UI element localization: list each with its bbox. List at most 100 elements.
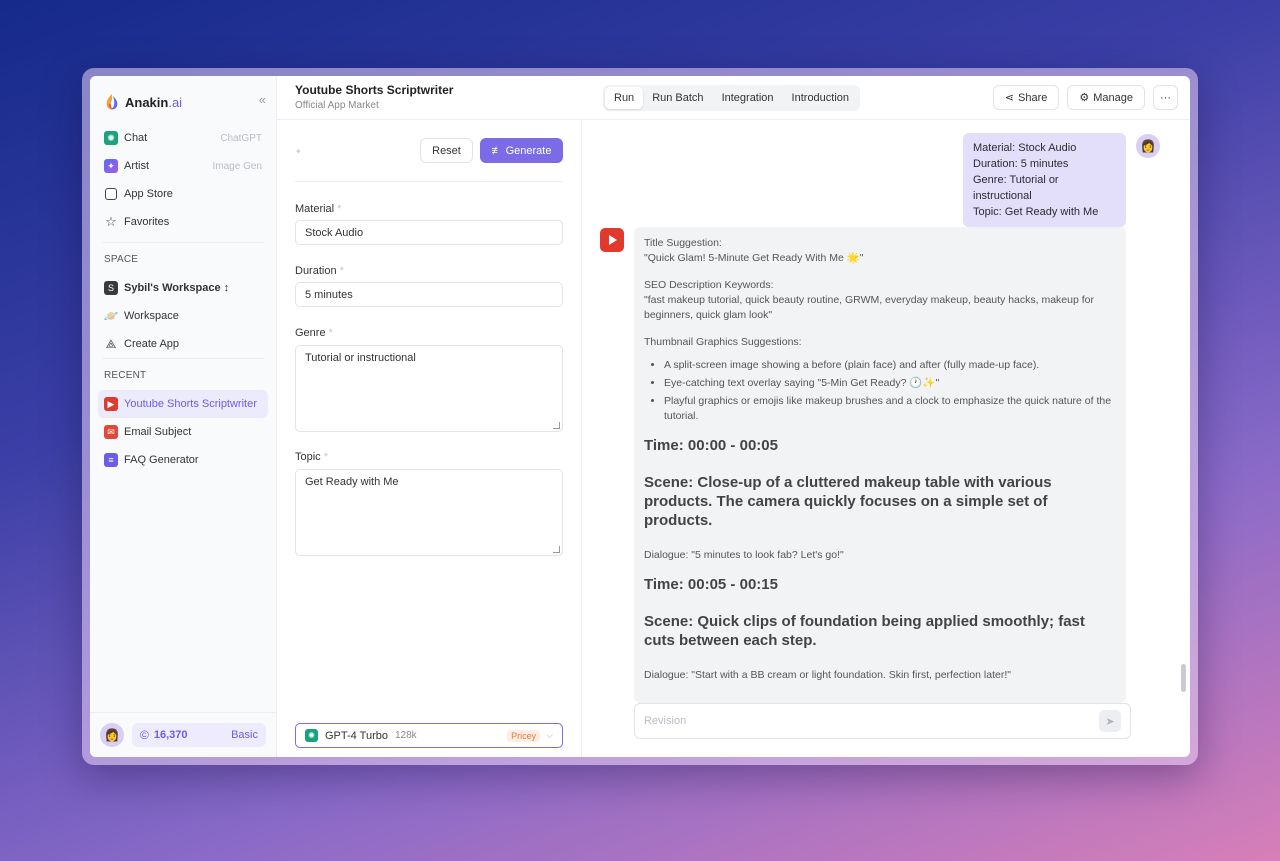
tab-run-batch[interactable]: Run Batch xyxy=(643,87,712,109)
share-button[interactable]: ⋖ Share xyxy=(992,85,1060,110)
artist-icon: ✦ xyxy=(104,159,118,173)
star-icon: ☆ xyxy=(105,214,117,229)
sidebar-item-hint: ChatGPT xyxy=(220,132,262,144)
planet-icon: 🪐 xyxy=(103,309,119,323)
scene-heading: Scene: Quick clips of foundation being a… xyxy=(644,613,1085,649)
email-icon: ✉ xyxy=(104,425,118,439)
credits-badge[interactable]: © 16,370 Basic xyxy=(132,723,266,747)
brand-logo[interactable]: Anakin.ai « xyxy=(104,92,266,112)
magic-wand-icon: ≢ xyxy=(491,144,506,157)
flame-logo-icon xyxy=(106,94,118,110)
main-nav: ✺ Chat ChatGPT ✦ Artist Image Gen App St… xyxy=(98,124,268,236)
scene-heading: Scene: Close-up of a cluttered makeup ta… xyxy=(644,474,1052,529)
topic-textarea[interactable]: Get Ready with Me xyxy=(295,469,563,556)
send-icon: ➤ xyxy=(1105,715,1115,728)
sidebar-item-label: Email Subject xyxy=(124,426,192,438)
sidebar-item-app-store[interactable]: App Store xyxy=(98,180,268,208)
section-label-recent: RECENT xyxy=(104,370,147,381)
user-message: Material: Stock Audio Duration: 5 minute… xyxy=(963,133,1126,227)
brand-name: Anakin.ai xyxy=(125,94,183,110)
avatar[interactable]: 👩 xyxy=(100,723,124,747)
sidebar-item-label: Workspace xyxy=(124,310,179,322)
revision-box: ➤ xyxy=(634,703,1131,739)
manage-button[interactable]: ⚙ Manage xyxy=(1067,85,1145,110)
sidebar-item-artist[interactable]: ✦ Artist Image Gen xyxy=(98,152,268,180)
chat-panel: Material: Stock Audio Duration: 5 minute… xyxy=(582,120,1190,757)
gear-icon: ⚙ xyxy=(1079,92,1090,104)
user-avatar: 👩 xyxy=(1136,134,1160,158)
title-suggestion: Title Suggestion: "Quick Glam! 5-Minute G… xyxy=(644,237,864,264)
section-label-space: SPACE xyxy=(104,254,139,265)
chevron-down-icon: ⌵ xyxy=(546,730,553,740)
main-area: Youtube Shorts Scriptwriter Official App… xyxy=(277,76,1190,757)
sidebar-item-workspace[interactable]: 🪐 Workspace xyxy=(98,302,268,330)
top-actions: ⋖ Share ⚙ Manage ··· xyxy=(992,85,1178,110)
topbar: Youtube Shorts Scriptwriter Official App… xyxy=(277,76,1190,120)
time-heading: Time: 00:00 - 00:05 xyxy=(644,437,778,454)
genre-textarea[interactable]: Tutorial or instructional xyxy=(295,345,563,432)
recent-nav: RECENT ▶ Youtube Shorts Scriptwriter ✉ E… xyxy=(98,368,268,474)
dialogue-line: Dialogue: "5 minutes to look fab? Let's … xyxy=(644,549,844,561)
sidebar-item-sybils-workspace[interactable]: S Sybil's Workspace ↕ xyxy=(98,274,268,302)
divider xyxy=(102,358,264,359)
faq-icon: ≡ xyxy=(104,453,118,467)
material-input[interactable]: Stock Audio xyxy=(295,220,563,245)
sidebar-item-label: Create App xyxy=(124,338,180,350)
youtube-icon: ▶ xyxy=(104,397,118,411)
openai-icon: ✺ xyxy=(104,131,118,145)
duration-input[interactable]: 5 minutes xyxy=(295,282,563,307)
sidebar-item-hint: Image Gen xyxy=(212,160,262,172)
sidebar-item-label: Youtube Shorts Scriptwriter xyxy=(124,398,257,410)
tab-bar: Run Run Batch Integration Introduction xyxy=(603,85,861,111)
field-label-topic: Topic * xyxy=(295,451,328,463)
revision-input[interactable] xyxy=(644,715,1099,727)
page-title: Youtube Shorts Scriptwriter xyxy=(295,83,454,97)
chat-scrollbar[interactable] xyxy=(1181,664,1186,692)
reset-button[interactable]: Reset xyxy=(420,138,473,163)
time-heading: Time: 00:05 - 00:15 xyxy=(644,576,778,593)
sidebar-item-favorites[interactable]: ☆ Favorites xyxy=(98,208,268,236)
sidebar-item-create-app[interactable]: ⟁ Create App xyxy=(98,330,268,358)
user-message-line: Topic: Get Ready with Me xyxy=(973,206,1099,218)
sidebar-item-faq-generator[interactable]: ≡ FAQ Generator xyxy=(98,446,268,474)
user-message-line: Genre: Tutorial or instructional xyxy=(973,174,1059,202)
sidebar-item-label: Chat xyxy=(124,132,148,144)
sidebar-footer: 👩 © 16,370 Basic xyxy=(90,712,276,757)
app-window: Anakin.ai « ✺ Chat ChatGPT ✦ Artist Imag… xyxy=(90,76,1190,757)
app-store-icon xyxy=(105,188,117,200)
user-message-line: Duration: 5 minutes xyxy=(973,158,1069,170)
sidebar-item-label: Artist xyxy=(124,160,150,172)
bot-message: Title Suggestion: "Quick Glam! 5-Minute G… xyxy=(634,227,1126,703)
manage-label: Manage xyxy=(1093,91,1133,104)
tab-run[interactable]: Run xyxy=(605,87,644,109)
sidebar-item-youtube-shorts-scriptwriter[interactable]: ▶ Youtube Shorts Scriptwriter xyxy=(98,390,268,418)
tab-introduction[interactable]: Introduction xyxy=(783,87,858,109)
send-button[interactable]: ➤ xyxy=(1099,710,1121,732)
sidebar-item-email-subject[interactable]: ✉ Email Subject xyxy=(98,418,268,446)
sidebar-item-label: Favorites xyxy=(124,216,170,228)
generate-button[interactable]: ≢ Generate xyxy=(480,138,563,163)
share-label: Share xyxy=(1018,91,1048,104)
sidebar-item-label: Sybil's Workspace ↕ xyxy=(124,282,230,294)
form-header: ✦ Reset ≢ Generate xyxy=(295,138,563,182)
pricey-badge: Pricey xyxy=(507,729,541,742)
coin-icon: © xyxy=(140,728,149,742)
create-app-icon: ⟁ xyxy=(105,336,117,351)
seo-keywords: SEO Description Keywords: "fast makeup tu… xyxy=(644,279,1094,321)
sidebar-item-chat[interactable]: ✺ Chat ChatGPT xyxy=(98,124,268,152)
model-select[interactable]: ✺ GPT-4 Turbo 128k Pricey ⌵ xyxy=(295,723,563,748)
thumbnail-list: A split-screen image showing a before (p… xyxy=(664,358,1116,424)
list-item: A split-screen image showing a before (p… xyxy=(664,358,1116,373)
sparkle-icon: ✦ xyxy=(295,147,302,156)
youtube-icon xyxy=(600,228,624,252)
field-label-material: Material * xyxy=(295,203,342,215)
collapse-sidebar-icon[interactable]: « xyxy=(259,92,266,107)
share-icon: ⋖ xyxy=(1004,92,1014,104)
page-subtitle: Official App Market xyxy=(295,100,379,111)
tab-integration[interactable]: Integration xyxy=(713,87,783,109)
space-nav: SPACE S Sybil's Workspace ↕ 🪐 Workspace … xyxy=(98,252,268,358)
dialogue-line: Dialogue: "Start with a BB cream or ligh… xyxy=(644,669,1011,681)
more-button[interactable]: ··· xyxy=(1153,85,1178,110)
list-item: Playful graphics or emojis like makeup b… xyxy=(664,394,1116,424)
sidebar: Anakin.ai « ✺ Chat ChatGPT ✦ Artist Imag… xyxy=(90,76,277,757)
